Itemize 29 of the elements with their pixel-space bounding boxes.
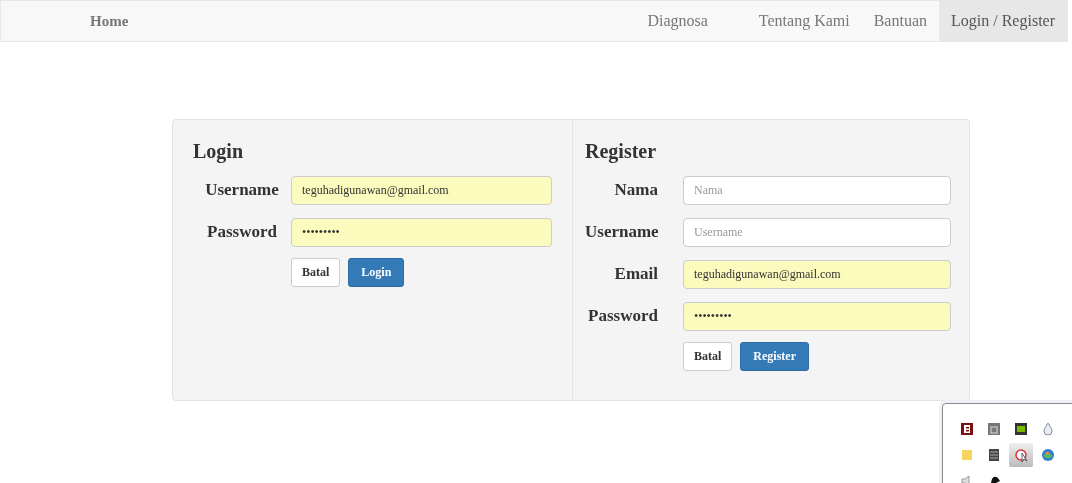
submit-button[interactable]: Register: [740, 341, 809, 371]
nav-link[interactable]: Bantuan: [861, 1, 939, 41]
nav-link[interactable]: Diagnosa: [635, 1, 720, 41]
field-label: Nama: [613, 180, 658, 200]
nav-link[interactable]: Login / Register: [939, 1, 1067, 41]
field-label: Email: [613, 264, 658, 284]
field-label: Username: [585, 222, 658, 242]
gauge-icon[interactable]: [1013, 447, 1029, 463]
field-label: Password: [206, 222, 278, 242]
input-field[interactable]: teguhadigunawan@gmail.com: [291, 175, 552, 205]
globe-icon[interactable]: [1040, 447, 1056, 463]
input-field[interactable]: •••••••••: [291, 217, 552, 247]
input-field[interactable]: Nama: [683, 175, 951, 205]
cancel-button[interactable]: Batal: [683, 341, 733, 371]
form-title: Register: [585, 140, 658, 163]
submit-button[interactable]: Login: [348, 257, 405, 287]
tile-icon[interactable]: [959, 421, 975, 437]
field-label: Password: [587, 306, 658, 326]
cancel-button[interactable]: Batal: [291, 257, 341, 287]
nav-link[interactable]: Tentang Kami: [746, 1, 862, 41]
input-field[interactable]: teguhadigunawan@gmail.com: [683, 259, 951, 289]
input-field[interactable]: Username: [683, 217, 951, 247]
field-label: Username: [204, 180, 280, 200]
list-icon[interactable]: [986, 447, 1002, 463]
drop-icon[interactable]: [1040, 421, 1056, 437]
chip-icon[interactable]: [1013, 421, 1029, 437]
input-field[interactable]: •••••••••: [683, 301, 951, 331]
home-link[interactable]: Home: [90, 12, 129, 30]
form-title: Login: [193, 140, 245, 163]
